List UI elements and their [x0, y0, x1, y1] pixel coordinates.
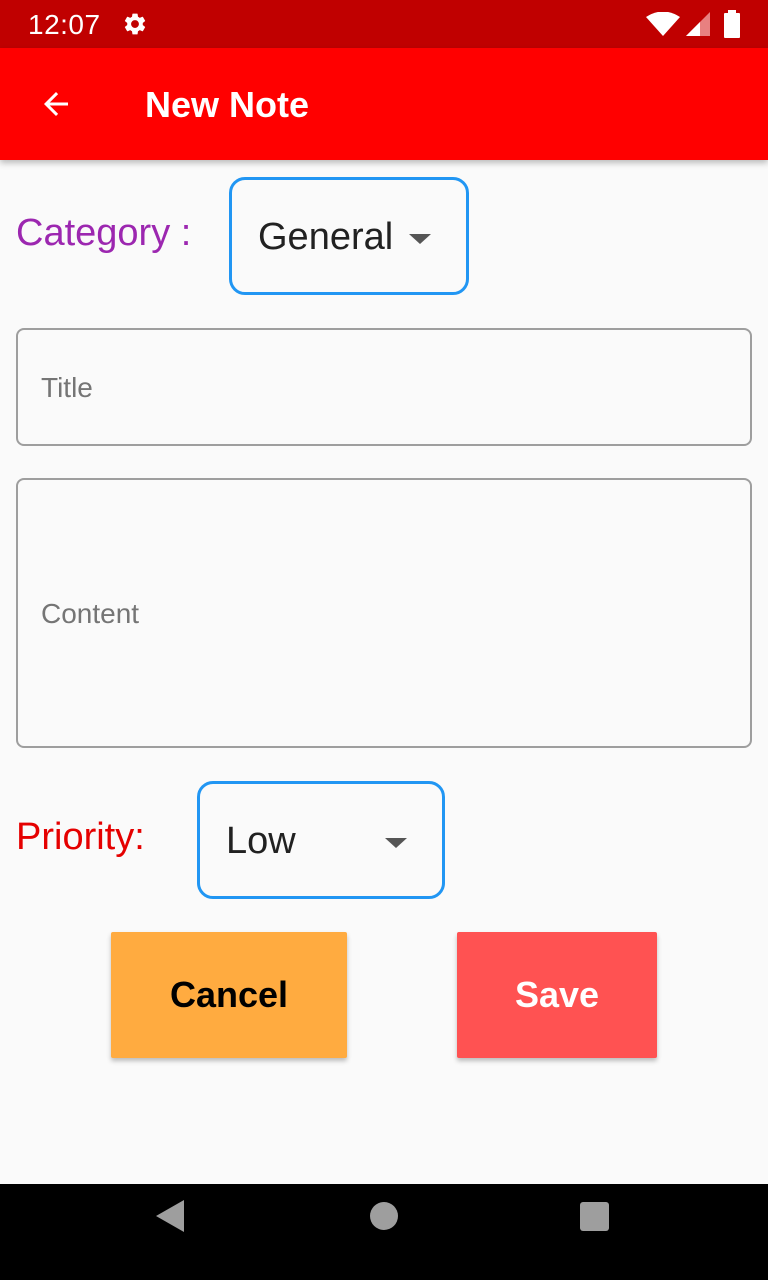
- dropdown-arrow-icon: [409, 234, 431, 244]
- nav-recents-icon[interactable]: [580, 1202, 609, 1231]
- battery-icon: [724, 10, 740, 38]
- content-field[interactable]: Content: [16, 478, 752, 748]
- nav-home-icon[interactable]: [370, 1202, 398, 1230]
- category-dropdown[interactable]: General: [229, 177, 469, 295]
- category-label: Category :: [16, 212, 192, 254]
- back-button[interactable]: [32, 80, 80, 128]
- title-field[interactable]: Title: [16, 328, 752, 446]
- gear-icon: [124, 13, 146, 35]
- navigation-bar: [0, 1184, 768, 1280]
- content-placeholder: Content: [41, 598, 140, 629]
- wifi-icon: [646, 12, 680, 36]
- save-button[interactable]: Save: [457, 932, 657, 1058]
- page-title: New Note: [145, 84, 310, 125]
- arrow-back-icon: [44, 92, 68, 116]
- priority-dropdown[interactable]: Low: [197, 781, 445, 899]
- priority-selected-value: Low: [226, 820, 296, 862]
- cancel-button[interactable]: Cancel: [111, 932, 347, 1058]
- signal-icon: [686, 12, 710, 36]
- status-time: 12:07: [28, 9, 101, 40]
- priority-label: Priority:: [16, 816, 145, 858]
- title-placeholder: Title: [41, 372, 93, 403]
- dropdown-arrow-icon: [385, 838, 407, 848]
- status-bar: 12:07: [0, 0, 768, 48]
- app-bar: New Note: [0, 48, 768, 160]
- category-selected-value: General: [258, 216, 394, 258]
- nav-back-icon[interactable]: [154, 1200, 186, 1232]
